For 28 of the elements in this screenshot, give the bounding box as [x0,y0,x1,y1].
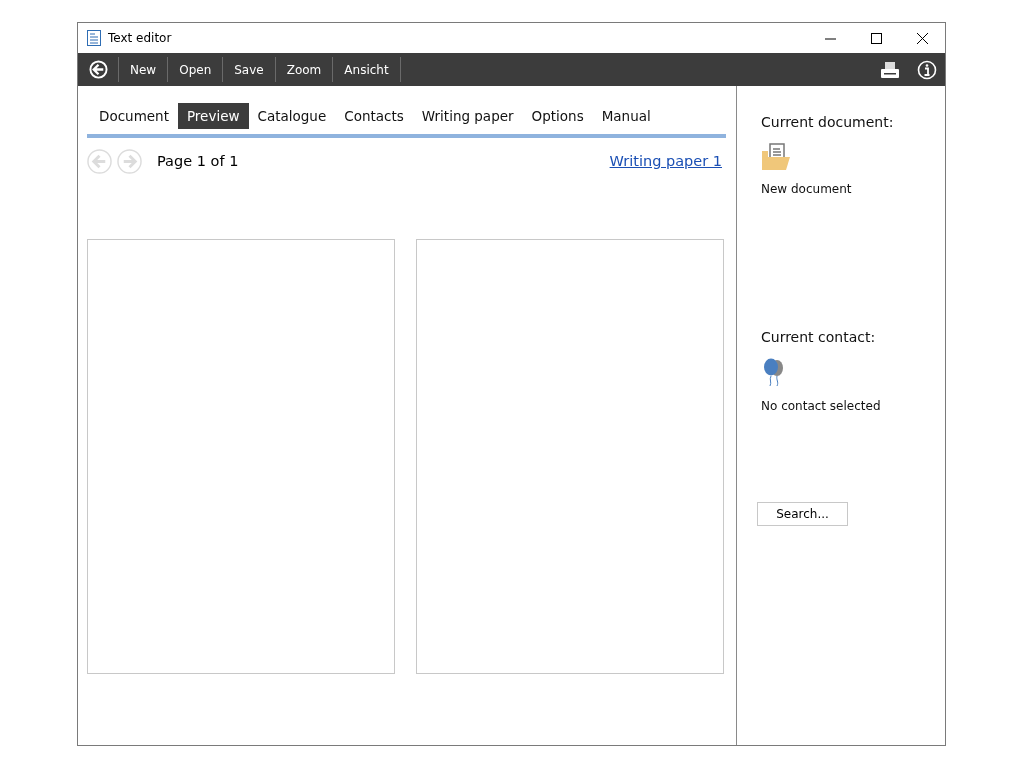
toolbar-button[interactable]: Save [223,57,276,82]
document-name: New document [761,182,853,196]
tab[interactable]: Writing paper [412,103,523,129]
tab[interactable]: Catalogue [248,103,336,129]
tab[interactable]: Manual [592,103,660,129]
toolbar-button[interactable]: New [119,57,169,82]
info-icon[interactable] [917,59,937,80]
search-button[interactable]: Search... [757,502,848,526]
window-title: Text editor [108,31,173,45]
toolbar-button[interactable]: Ansicht [333,57,401,82]
section-heading: Current contact: [761,329,877,345]
toolbar-button[interactable]: Zoom [275,57,334,82]
document-icon [87,30,101,46]
tab[interactable]: Preview [177,103,249,129]
writing-paper-link[interactable]: Writing paper 1 [609,153,722,169]
tab[interactable]: Options [522,103,593,129]
balloons-icon [761,358,785,388]
page-indicator: Page 1 of 1 [157,153,240,169]
contact-status: No contact selected [761,399,882,413]
toolbar-button[interactable]: Open [168,57,224,82]
tab[interactable]: Document [90,103,178,129]
maximize-icon[interactable] [870,32,882,44]
section-heading: Current document: [761,114,895,130]
tab[interactable]: Contacts [335,103,413,129]
printer-icon[interactable] [880,60,900,79]
folder-document-icon [761,143,791,171]
close-icon[interactable] [916,32,928,44]
back-icon[interactable] [88,60,108,79]
